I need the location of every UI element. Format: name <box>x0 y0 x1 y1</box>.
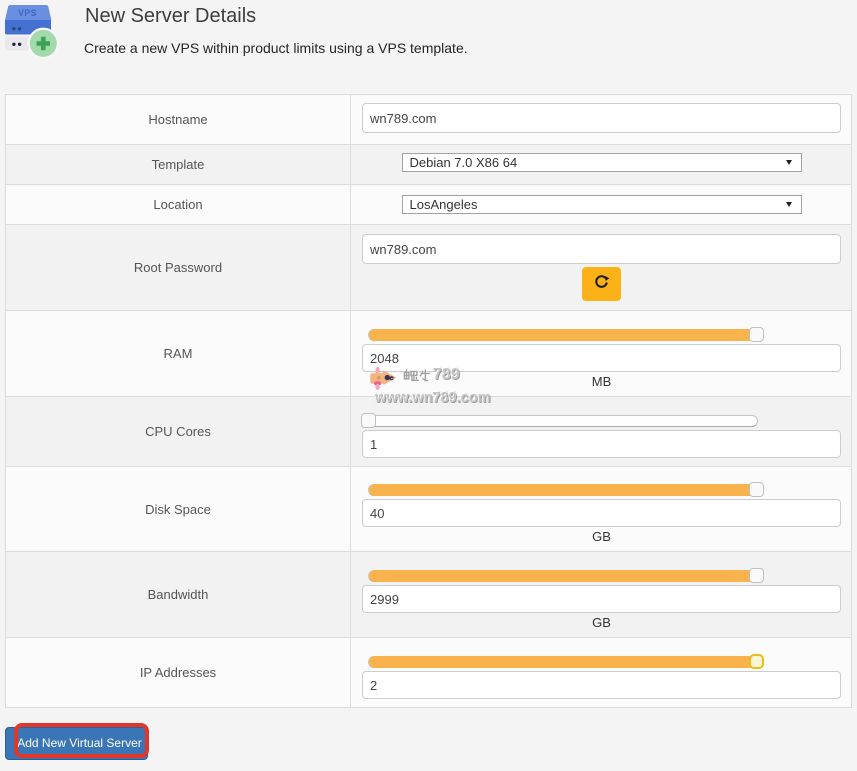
svg-text:VPS: VPS <box>18 8 37 18</box>
